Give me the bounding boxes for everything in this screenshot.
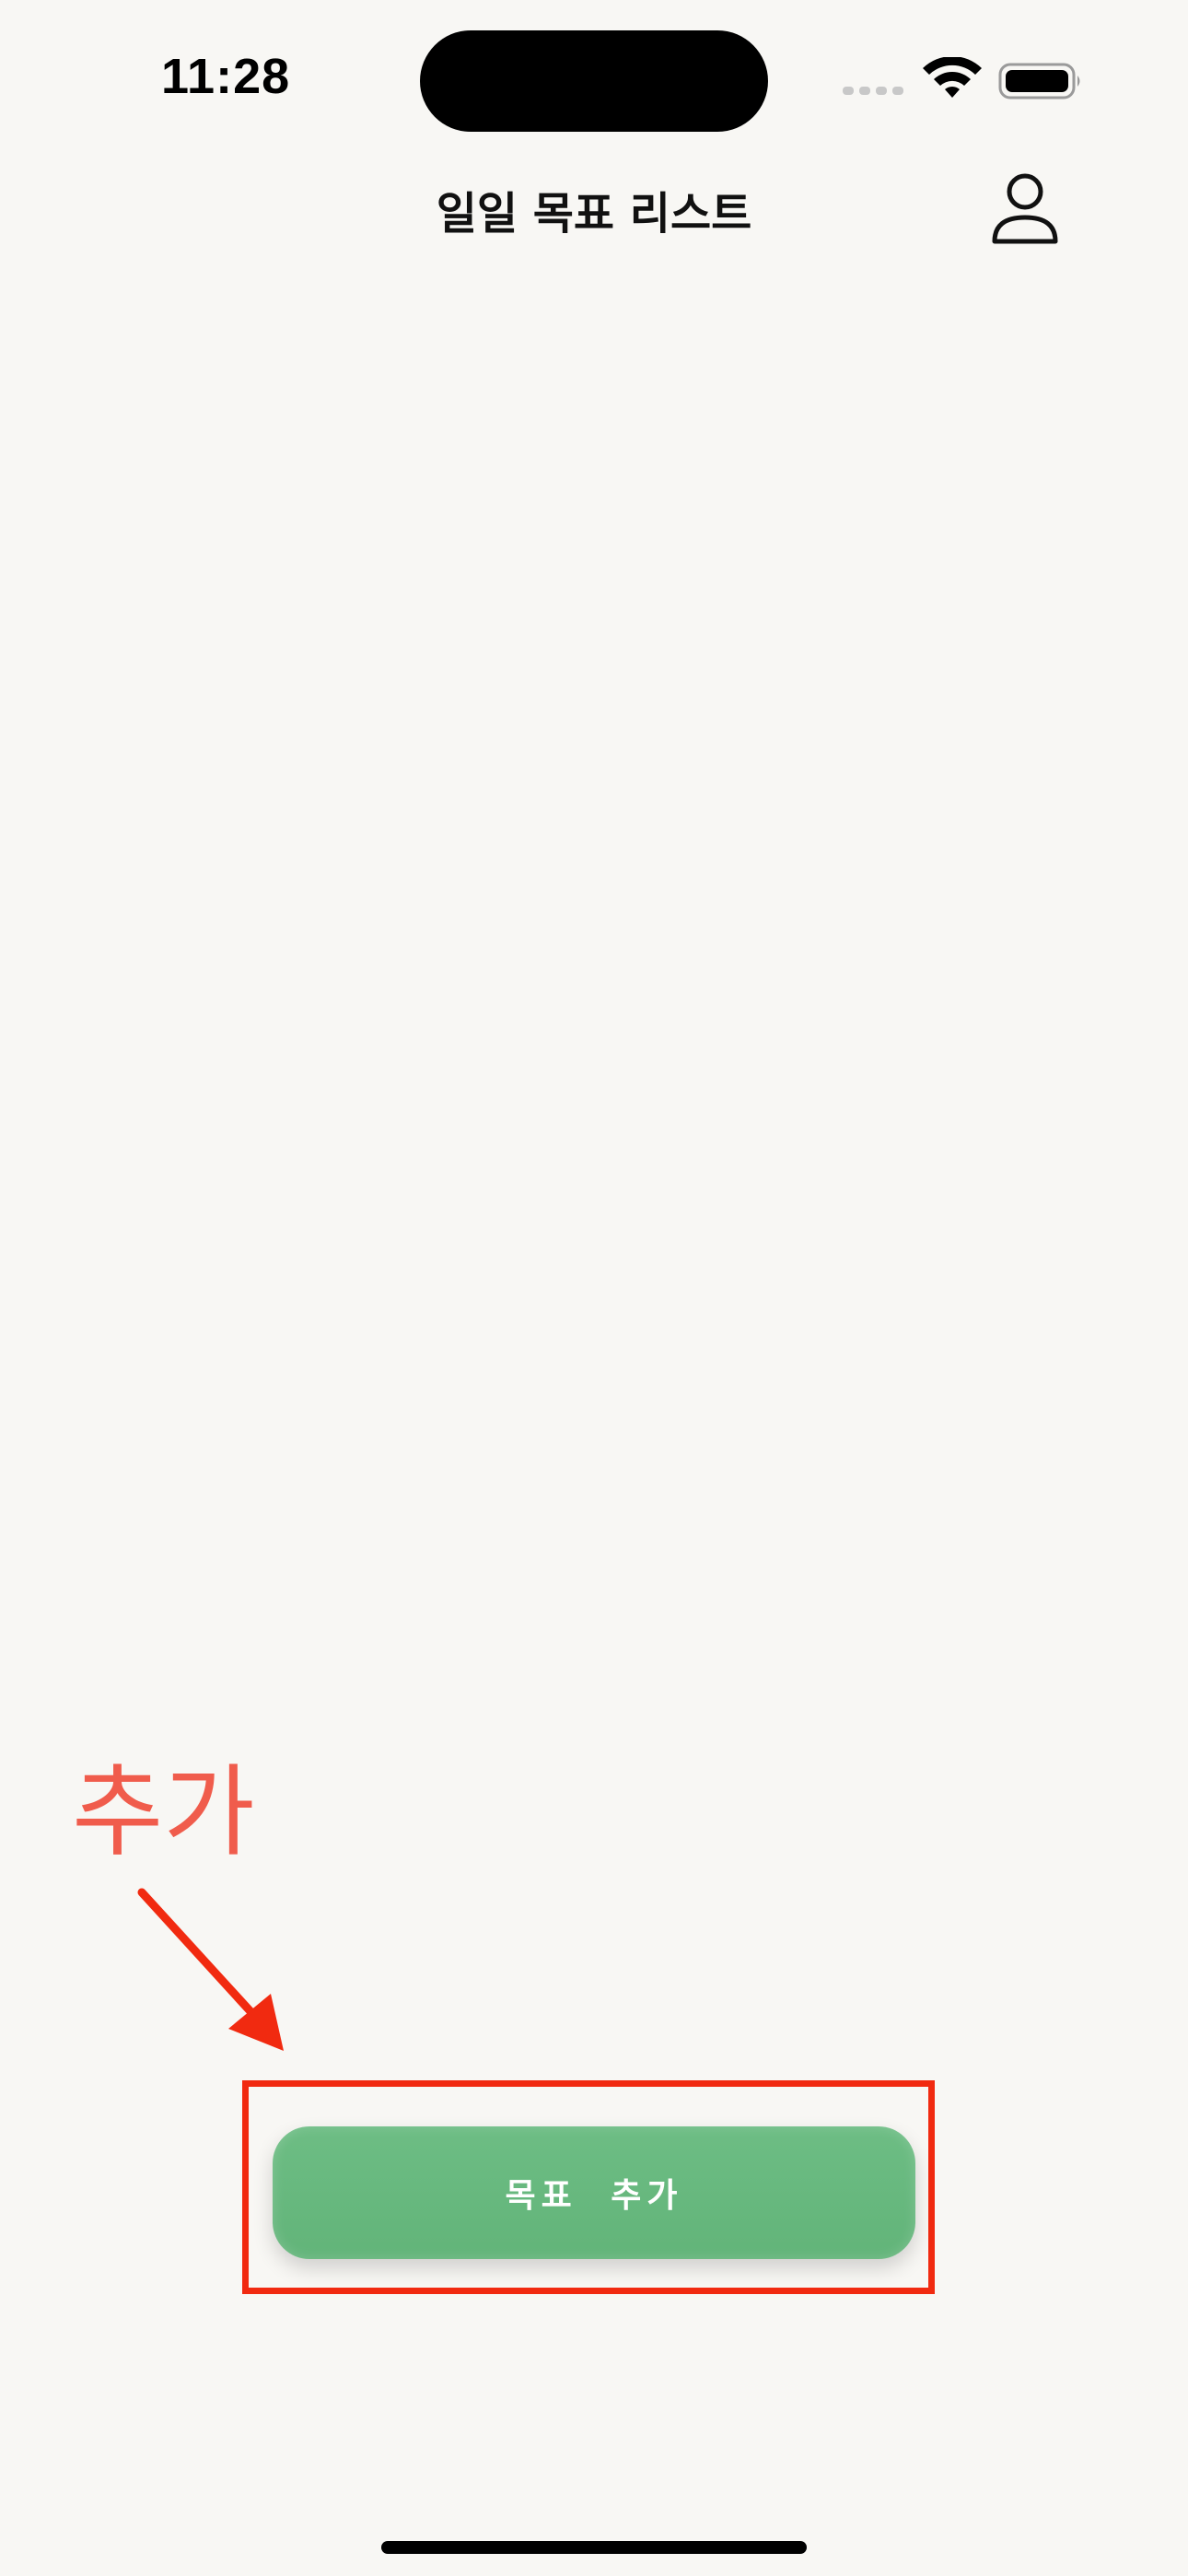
dynamic-island	[420, 30, 768, 132]
wifi-icon	[923, 57, 982, 98]
home-indicator[interactable]	[381, 2541, 807, 2554]
annotation-arrow-icon	[137, 1888, 284, 2051]
status-time: 11:28	[161, 49, 291, 104]
add-goal-button[interactable]: 목표 추가	[273, 2126, 915, 2259]
annotation-label: 추가	[72, 1755, 255, 1870]
status-bar: 11:28	[0, 0, 1188, 157]
person-icon	[992, 173, 1058, 244]
nav-bar: 일일 목표 리스트	[0, 157, 1188, 258]
cellular-icon	[843, 87, 903, 95]
battery-icon	[998, 63, 1080, 100]
add-goal-button-label: 목표 추가	[505, 2177, 683, 2215]
profile-button[interactable]	[984, 166, 1066, 251]
